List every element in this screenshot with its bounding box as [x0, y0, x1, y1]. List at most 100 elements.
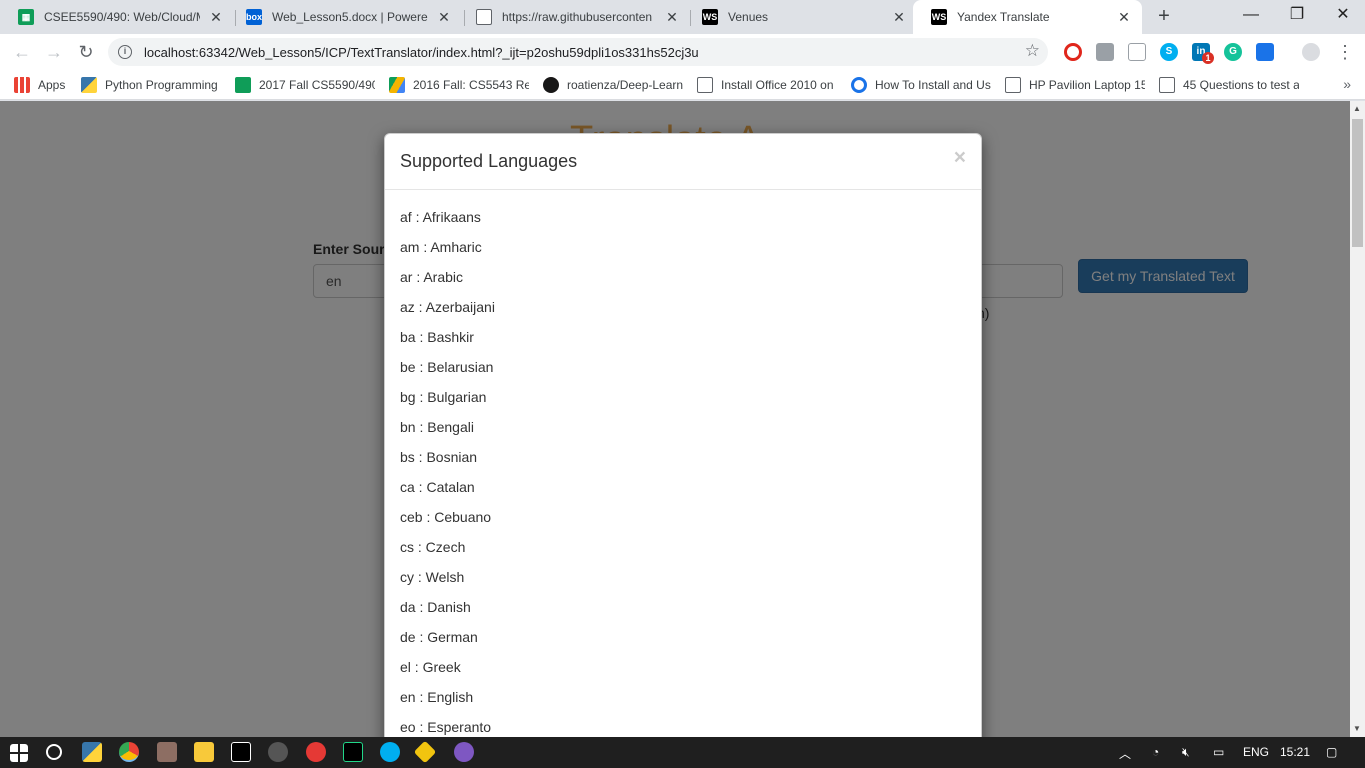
extension-icon[interactable]	[1128, 43, 1146, 61]
bookmark-sheets[interactable]: 2017 Fall CS5590/490	[235, 75, 375, 95]
language-item: ceb : Cebuano	[400, 509, 492, 525]
language-item: bs : Bosnian	[400, 449, 478, 465]
bookmark-howto[interactable]: How To Install and Us	[851, 75, 991, 95]
app-icon[interactable]	[268, 742, 288, 762]
app-icon[interactable]	[157, 742, 177, 762]
language-item: el : Greek	[400, 659, 461, 675]
bookmark-label: Python Programming	[105, 78, 218, 92]
input-language[interactable]: ENG	[1243, 745, 1269, 759]
modal-header: Supported Languages ×	[385, 134, 981, 190]
wifi-icon[interactable]: ◔	[1152, 745, 1159, 759]
battery-icon[interactable]: ▭	[1213, 745, 1224, 759]
notification-badge: 1	[1202, 52, 1214, 64]
bookmark-label: 2016 Fall: CS5543 Re	[413, 78, 529, 92]
extension-icon[interactable]	[1096, 43, 1114, 61]
intellij-icon[interactable]	[231, 742, 251, 762]
git-icon[interactable]	[413, 740, 437, 764]
address-bar[interactable]: i localhost:63342/Web_Lesson5/ICP/TextTr…	[108, 38, 1048, 66]
close-tab-icon[interactable]: ✕	[1116, 9, 1132, 26]
bookmark-label: 2017 Fall CS5590/490	[259, 78, 375, 92]
close-tab-icon[interactable]: ✕	[436, 9, 452, 26]
bookmark-star-icon[interactable]: ☆	[1025, 41, 1040, 61]
language-item: ar : Arabic	[400, 269, 464, 285]
bookmark-python[interactable]: Python Programming	[81, 75, 221, 95]
reload-button[interactable]: ↻	[74, 40, 98, 64]
file-icon	[476, 9, 492, 25]
tab-venues[interactable]: WS Venues ✕	[684, 0, 917, 34]
close-tab-icon[interactable]: ✕	[664, 9, 680, 26]
app-icon[interactable]	[306, 742, 326, 762]
close-tab-icon[interactable]: ✕	[208, 9, 224, 26]
language-item: da : Danish	[400, 599, 471, 615]
volume-muted-icon[interactable]: 🔇︎	[1182, 745, 1190, 760]
tab-github-raw[interactable]: https://raw.githubuserconten ✕	[458, 0, 690, 34]
box-icon: box	[246, 9, 262, 25]
restore-icon[interactable]: ❐	[1274, 0, 1320, 32]
language-list: af : Afrikaans am : Amharic ar : Arabic …	[385, 190, 981, 737]
grammarly-icon[interactable]: G	[1224, 43, 1242, 61]
sheets-icon	[235, 77, 251, 93]
language-item: cy : Welsh	[400, 569, 465, 585]
new-tab-button[interactable]: +	[1152, 5, 1176, 29]
page-viewport: Translate A Enter Sour Get my Translated…	[0, 101, 1350, 737]
more-bookmarks-icon[interactable]: »	[1343, 76, 1351, 92]
windows-start-icon[interactable]	[10, 744, 28, 762]
back-button[interactable]: ←	[10, 40, 34, 64]
close-icon[interactable]: ×	[954, 147, 966, 168]
language-item: de : German	[400, 629, 478, 645]
chrome-icon[interactable]	[119, 742, 139, 762]
info-icon[interactable]: i	[118, 45, 132, 59]
webstorm-icon[interactable]	[343, 742, 363, 762]
bookmarks-bar: Apps Python Programming 2017 Fall CS5590…	[0, 70, 1365, 100]
github-icon	[543, 77, 559, 93]
minimize-icon[interactable]: —	[1228, 0, 1274, 32]
language-item: en : English	[400, 689, 474, 705]
python-icon	[81, 77, 97, 93]
cortana-icon[interactable]	[46, 744, 62, 760]
menu-icon[interactable]: ⋮	[1333, 40, 1357, 64]
language-item: eo : Esperanto	[400, 719, 492, 735]
page-icon	[1005, 77, 1021, 93]
language-item: am : Amharic	[400, 239, 482, 255]
close-tab-icon[interactable]: ✕	[891, 9, 907, 26]
modal-title: Supported Languages	[400, 151, 578, 171]
bookmark-drive[interactable]: 2016 Fall: CS5543 Re	[389, 75, 529, 95]
cast-icon[interactable]	[1256, 43, 1274, 61]
bookmark-github[interactable]: roatienza/Deep-Learn	[543, 75, 683, 95]
browser-toolbar: ← → ↻ i localhost:63342/Web_Lesson5/ICP/…	[0, 34, 1365, 70]
clock[interactable]: 15:21	[1280, 745, 1310, 759]
tab-title: Web_Lesson5.docx | Powered b	[272, 10, 428, 24]
tab-box[interactable]: box Web_Lesson5.docx | Powered b ✕	[228, 0, 462, 34]
skype-icon[interactable]: S	[1160, 43, 1178, 61]
forward-button[interactable]: →	[42, 40, 66, 64]
python-icon[interactable]	[82, 742, 102, 762]
bookmark-hp[interactable]: HP Pavilion Laptop 15	[1005, 75, 1145, 95]
scrollbar-thumb[interactable]	[1352, 119, 1363, 247]
scroll-down-icon[interactable]: ▼	[1353, 724, 1361, 733]
tray-chevron-icon[interactable]: ︿	[1119, 745, 1131, 762]
bookmark-label: Apps	[38, 78, 66, 92]
bookmark-office[interactable]: Install Office 2010 on	[697, 75, 837, 95]
app-icon[interactable]	[454, 742, 474, 762]
drive-icon	[389, 77, 405, 93]
notifications-icon[interactable]: ▢	[1326, 745, 1337, 759]
bookmark-apps[interactable]: Apps	[14, 75, 65, 95]
close-window-icon[interactable]: ✕	[1320, 0, 1365, 32]
tab-yandex-translate[interactable]: WS Yandex Translate ✕	[913, 0, 1142, 34]
page-icon	[1159, 77, 1175, 93]
profile-avatar[interactable]	[1302, 43, 1320, 61]
bookmark-label: roatienza/Deep-Learn	[567, 78, 683, 92]
windows-taskbar: ︿ ◔ 🔇︎ ▭ ENG 15:21 ▢	[0, 737, 1365, 768]
page-scrollbar[interactable]: ▲ ▼	[1350, 101, 1365, 737]
webstorm-icon: WS	[702, 9, 718, 25]
supported-languages-modal: Supported Languages × af : Afrikaans am …	[384, 133, 982, 737]
language-item: az : Azerbaijani	[400, 299, 495, 315]
bookmark-45q[interactable]: 45 Questions to test a	[1159, 75, 1299, 95]
opera-icon[interactable]	[1064, 43, 1082, 61]
tab-sheets[interactable]: ▦ CSEE5590/490: Web/Cloud/Mo ✕	[0, 0, 234, 34]
skype-icon[interactable]	[380, 742, 400, 762]
url-text[interactable]: localhost:63342/Web_Lesson5/ICP/TextTran…	[144, 45, 699, 60]
scroll-up-icon[interactable]: ▲	[1353, 104, 1361, 113]
file-explorer-icon[interactable]	[194, 742, 214, 762]
bookmark-label: How To Install and Us	[875, 78, 991, 92]
